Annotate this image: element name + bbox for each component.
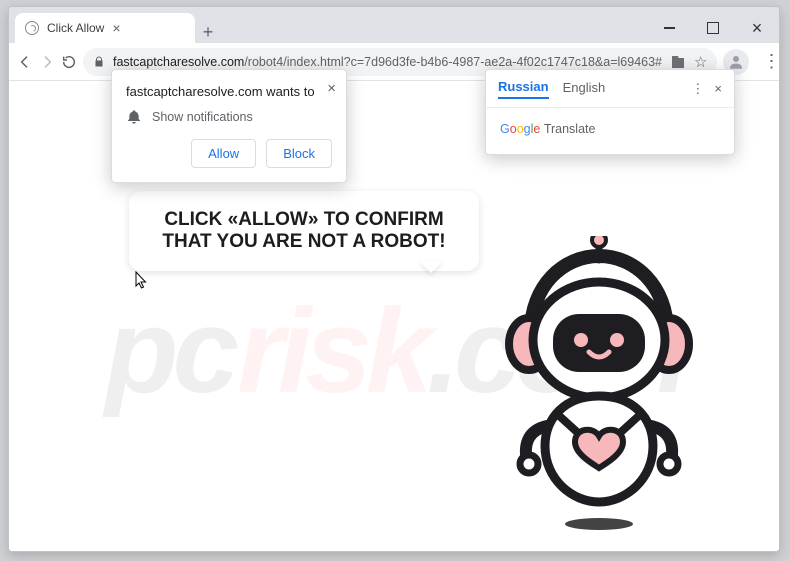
- new-tab-button[interactable]: +: [195, 22, 221, 43]
- browser-tab[interactable]: Click Allow ×: [15, 13, 195, 43]
- notification-origin: fastcaptcharesolve.com wants to: [126, 84, 332, 99]
- close-icon[interactable]: ×: [714, 81, 722, 97]
- bell-icon: [126, 109, 142, 125]
- maximize-button[interactable]: [691, 13, 735, 43]
- translate-popup: Russian English ⋮ × Google Translate: [485, 69, 735, 155]
- translate-icon[interactable]: [670, 54, 686, 70]
- back-button[interactable]: [17, 50, 33, 74]
- notification-permission-label: Show notifications: [152, 110, 253, 124]
- reload-button[interactable]: [61, 50, 77, 74]
- globe-icon: [25, 21, 39, 35]
- close-window-button[interactable]: ×: [735, 13, 779, 43]
- speech-text: CLICK «ALLOW» TO CONFIRM THAT YOU ARE NO…: [162, 209, 445, 252]
- close-icon[interactable]: ×: [327, 80, 336, 97]
- tab-close-icon[interactable]: ×: [112, 20, 120, 36]
- url-text: fastcaptcharesolve.com/robot4/index.html…: [113, 55, 662, 69]
- kebab-menu-icon[interactable]: ⋮: [691, 81, 704, 97]
- robot-image: [489, 236, 709, 536]
- speech-bubble: CLICK «ALLOW» TO CONFIRM THAT YOU ARE NO…: [129, 191, 479, 271]
- lock-icon: [93, 55, 105, 68]
- google-translate-label: Google Translate: [500, 122, 595, 136]
- kebab-menu-icon[interactable]: ⋮: [759, 50, 780, 74]
- block-button[interactable]: Block: [266, 139, 332, 168]
- tab-title: Click Allow: [47, 21, 104, 35]
- allow-button[interactable]: Allow: [191, 139, 256, 168]
- translate-tab-english[interactable]: English: [563, 80, 606, 98]
- bookmark-star-icon[interactable]: ☆: [694, 53, 707, 71]
- translate-tab-russian[interactable]: Russian: [498, 79, 549, 99]
- window-controls: ×: [647, 13, 779, 43]
- browser-window: Click Allow × + × fastcaptcharesolve.com…: [8, 6, 780, 552]
- minimize-button[interactable]: [647, 13, 691, 43]
- mouse-cursor-icon: [135, 271, 149, 291]
- notification-permission-popup: × fastcaptcharesolve.com wants to Show n…: [111, 69, 347, 183]
- forward-button[interactable]: [39, 50, 55, 74]
- titlebar: Click Allow × + ×: [9, 7, 779, 43]
